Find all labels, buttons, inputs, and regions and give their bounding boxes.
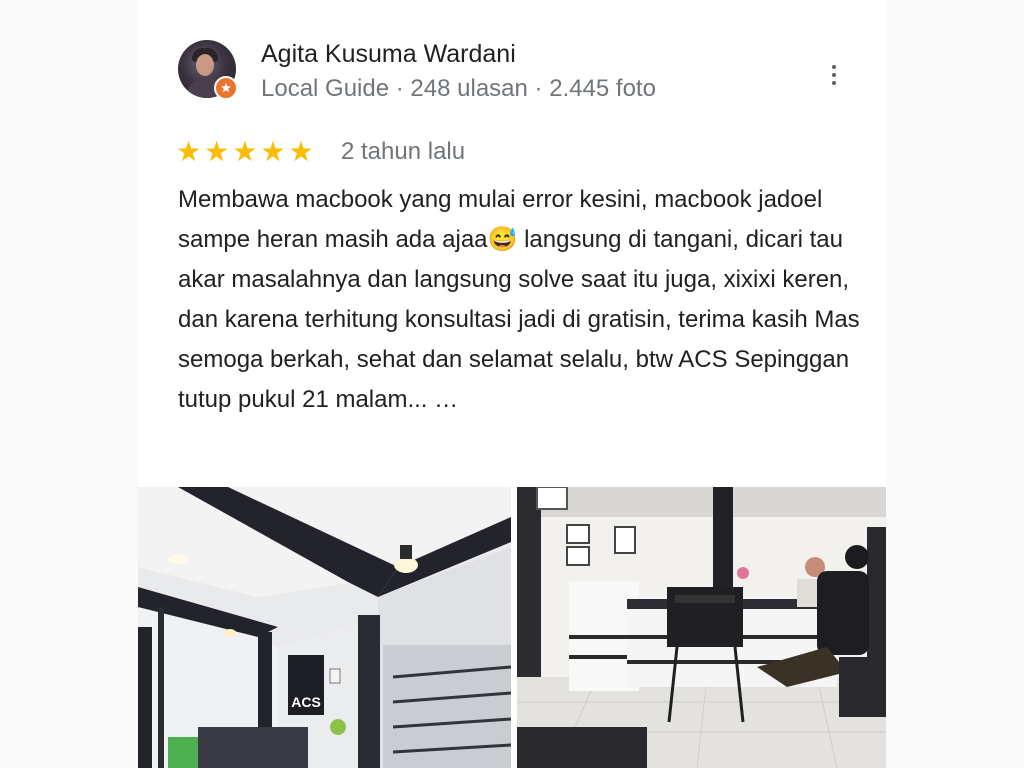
- meta-separator: ·: [389, 75, 411, 102]
- star-icon: ★: [260, 136, 286, 167]
- page-margin-left: [0, 0, 138, 768]
- review-photo-1[interactable]: ACS: [138, 487, 511, 768]
- star-icon: ★: [232, 136, 258, 167]
- reviewer-photo-count: 2.445 foto: [549, 75, 656, 102]
- photo-1-illustration: ACS: [138, 487, 511, 768]
- star-icon: ★: [176, 136, 202, 167]
- badge-star-icon: [221, 82, 231, 93]
- local-guide-badge-icon: [214, 76, 238, 100]
- reviewer-level: Local Guide: [261, 75, 390, 102]
- photo-signage-text: ACS: [291, 694, 321, 710]
- reviewer-review-count: 248 ulasan: [410, 75, 528, 102]
- photo-2-illustration: [517, 487, 886, 768]
- page-margin-right: [886, 0, 1024, 768]
- star-rating: ★ ★ ★ ★ ★: [176, 137, 314, 167]
- review-text[interactable]: Membawa macbook yang mulai error kesini,…: [178, 180, 868, 420]
- reviewer-name[interactable]: Agita Kusuma Wardani: [261, 40, 516, 69]
- star-icon: ★: [288, 136, 314, 167]
- review-photo-2[interactable]: [517, 487, 886, 768]
- more-vert-icon[interactable]: [822, 60, 846, 90]
- reviewer-meta: Local Guide · 248 ulasan · 2.445 foto: [261, 75, 656, 103]
- review-card: Agita Kusuma Wardani Local Guide · 248 u…: [138, 0, 886, 768]
- review-time: 2 tahun lalu: [341, 138, 466, 165]
- meta-separator: ·: [527, 75, 550, 102]
- avatar-face: [196, 54, 214, 76]
- star-icon: ★: [204, 136, 230, 167]
